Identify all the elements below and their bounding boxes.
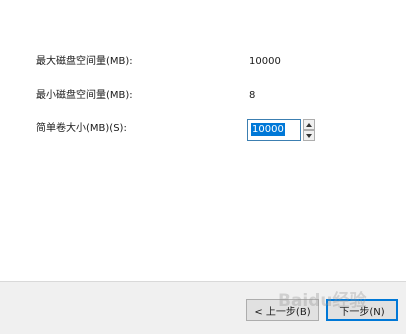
wizard-footer: < 上一步(B) 下一步(N)	[0, 282, 406, 334]
back-button[interactable]: < 上一步(B)	[246, 299, 319, 321]
min-disk-space-label: 最小磁盘空间量(MB):	[36, 90, 133, 101]
spin-down-button[interactable]	[303, 130, 315, 141]
max-disk-space-label: 最大磁盘空间量(MB):	[36, 56, 133, 67]
next-button[interactable]: 下一步(N)	[326, 299, 398, 321]
volume-size-spinner[interactable]: 10000	[247, 119, 316, 143]
spin-up-button[interactable]	[303, 119, 315, 130]
volume-size-dialog: 最大磁盘空间量(MB): 10000 最小磁盘空间量(MB): 8 简单卷大小(…	[0, 0, 406, 334]
spin-up-arrow-icon	[306, 122, 312, 127]
spin-down-arrow-icon	[306, 133, 312, 138]
max-disk-space-value: 10000	[249, 56, 281, 67]
min-disk-space-value: 8	[249, 90, 256, 101]
simple-volume-size-label: 简单卷大小(MB)(S):	[36, 123, 127, 134]
volume-size-input-value: 10000	[251, 123, 285, 136]
volume-size-input[interactable]: 10000	[247, 119, 301, 141]
